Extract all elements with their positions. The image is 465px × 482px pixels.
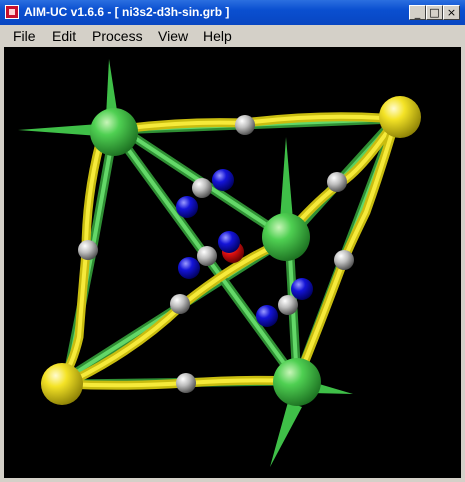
ring-critical-point[interactable] [176,196,198,218]
nickel-atom-bottom[interactable] [273,358,321,406]
bond-critical-point[interactable] [192,178,212,198]
nickel-atom-center[interactable] [262,213,310,261]
title-bar[interactable]: AIM-UC v1.6.6 - [ ni3s2-d3h-sin.grb ] _ … [0,0,465,25]
ring-critical-point[interactable] [291,278,313,300]
bond-critical-point[interactable] [334,250,354,270]
ring-critical-point[interactable] [212,169,234,191]
menu-process[interactable]: Process [92,27,143,45]
app-icon[interactable] [5,5,19,19]
bond-critical-point[interactable] [278,295,298,315]
close-button[interactable]: × [443,5,460,20]
menu-help[interactable]: Help [203,27,232,45]
maximize-button[interactable]: □ [426,5,443,20]
menu-bar: File Edit Process View Help [0,25,465,47]
nickel-atom-top-left[interactable] [90,108,138,156]
bond-critical-point[interactable] [197,246,217,266]
menu-edit[interactable]: Edit [52,27,76,45]
sulfur-atom-bottom-left[interactable] [41,363,83,405]
ring-critical-point[interactable] [178,257,200,279]
bond-critical-point[interactable] [170,294,190,314]
app-window: AIM-UC v1.6.6 - [ ni3s2-d3h-sin.grb ] _ … [0,0,465,482]
minimize-button[interactable]: _ [409,5,426,20]
menu-file[interactable]: File [13,27,36,45]
window-title: AIM-UC v1.6.6 - [ ni3s2-d3h-sin.grb ] [24,5,230,19]
bond-critical-point[interactable] [327,172,347,192]
ring-critical-point[interactable] [256,305,278,327]
menu-view[interactable]: View [158,27,188,45]
bond-critical-point[interactable] [176,373,196,393]
sulfur-atom-top-right[interactable] [379,96,421,138]
molecule-viewport[interactable] [4,47,461,478]
ring-critical-point[interactable] [218,231,240,253]
bond-critical-point[interactable] [78,240,98,260]
bond-critical-point[interactable] [235,115,255,135]
molecule-canvas [18,59,421,467]
